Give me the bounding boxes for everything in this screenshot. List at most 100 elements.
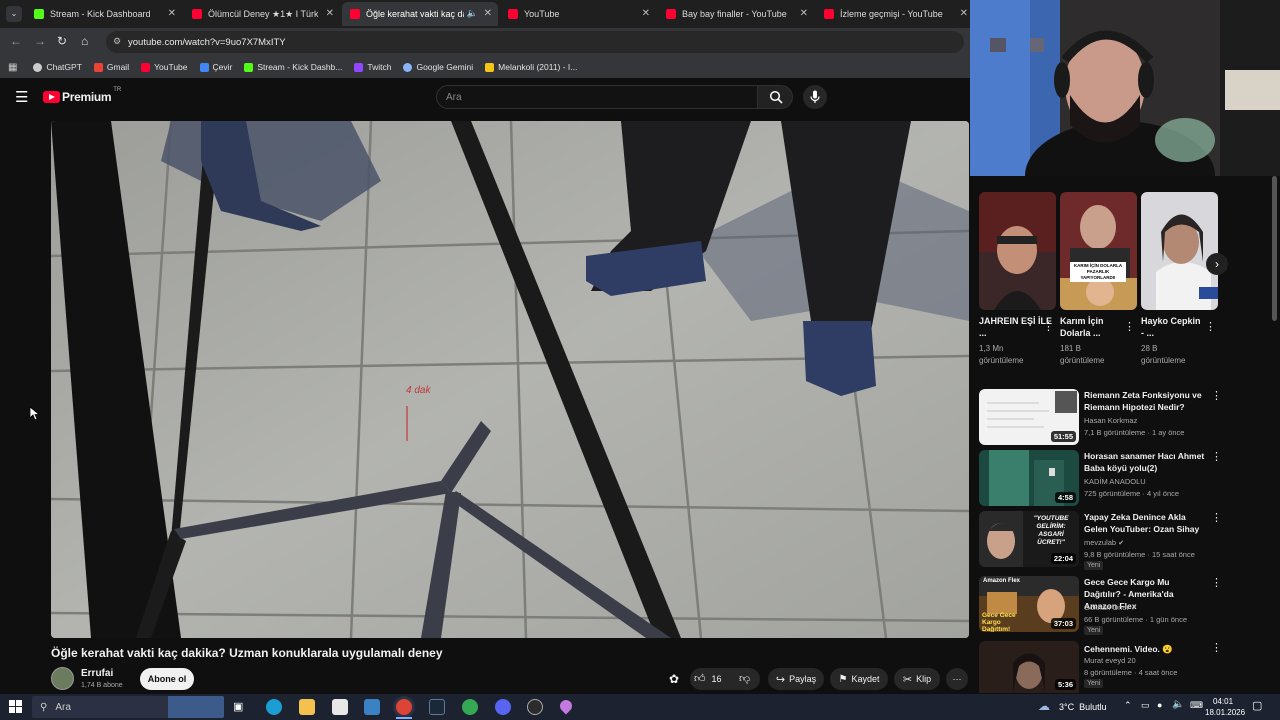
- chatgpt-icon: [33, 62, 43, 72]
- tab-izleme-gecmisi[interactable]: İzleme geçmişi - YouTube ✕: [816, 2, 970, 26]
- file-explorer-icon[interactable]: [299, 699, 315, 715]
- search-input[interactable]: Ara: [436, 85, 758, 109]
- ai-sparkle-icon[interactable]: ✿: [669, 672, 679, 686]
- close-tab-icon[interactable]: ✕: [800, 8, 808, 19]
- clip-button[interactable]: ✂ Klip: [894, 668, 940, 690]
- obs-icon[interactable]: [527, 699, 543, 715]
- video-frame: 4 dak: [51, 121, 969, 638]
- audio-playing-icon[interactable]: 🔈: [467, 8, 478, 19]
- more-icon: ⋯: [952, 673, 962, 684]
- short-thumbnail[interactable]: [1141, 192, 1218, 310]
- video-player[interactable]: 4 dak: [51, 121, 969, 638]
- more-options-icon[interactable]: ⋮: [1211, 641, 1219, 654]
- close-tab-icon[interactable]: ✕: [484, 8, 492, 19]
- more-options-icon[interactable]: ⋮: [1205, 320, 1216, 333]
- tab-bay-bay-finaller[interactable]: Bay bay finaller - YouTube ✕: [658, 2, 814, 26]
- short-thumbnail[interactable]: [979, 192, 1056, 310]
- sidebar-scrollbar[interactable]: [1272, 176, 1277, 321]
- chrome-profile-icon[interactable]: [462, 699, 478, 715]
- clock-date[interactable]: 18.01.2026: [1205, 708, 1245, 717]
- task-view-icon[interactable]: ▣: [233, 700, 243, 713]
- network-icon[interactable]: ▭: [1141, 700, 1150, 711]
- tab-kick-dashboard[interactable]: Stream - Kick Dashboard ✕: [26, 2, 182, 26]
- bookmark-chatgpt[interactable]: ChatGPT: [33, 62, 82, 72]
- channel-name[interactable]: Errufai: [81, 668, 113, 679]
- thumbs-down-icon: 👎︎: [739, 673, 751, 685]
- bookmark-kick-dashboard[interactable]: Stream - Kick Dashb...: [244, 62, 342, 72]
- recommended-video[interactable]: 4:58 Horasan sanamer Hacı Ahmet Baba köy…: [979, 450, 1222, 508]
- recommended-video[interactable]: 51:55 Riemann Zeta Fonksiyonu ve Riemann…: [979, 389, 1222, 447]
- kick-icon: [244, 62, 254, 72]
- mail-icon[interactable]: [364, 699, 380, 715]
- short-item[interactable]: JAHREIN EŞİ İLE ... 1,3 Mn görüntüleme ⋮: [979, 192, 1056, 367]
- taskbar-search-box[interactable]: ⚲ Ara: [32, 696, 224, 718]
- apps-grid-icon[interactable]: ▦: [8, 62, 17, 73]
- dislike-button[interactable]: 👎︎: [739, 672, 750, 685]
- subscribe-button[interactable]: Abone ol: [140, 668, 194, 690]
- save-button[interactable]: ⚑ Kaydet: [830, 668, 888, 690]
- notification-icon[interactable]: ▢: [1252, 699, 1262, 712]
- like-button[interactable]: 👍︎ 16: [694, 672, 722, 685]
- tab-ogle-kerahat[interactable]: Öğle kerahat vakti kaç daki 🔈 ✕: [342, 2, 498, 26]
- close-tab-icon[interactable]: ✕: [960, 8, 968, 19]
- clock-time[interactable]: 04:01: [1213, 697, 1233, 706]
- short-item[interactable]: Hayko Cepkin - ... 28 B görüntüleme ⋮: [1141, 192, 1218, 367]
- channel-avatar[interactable]: [51, 667, 74, 690]
- share-icon: ↪: [775, 673, 786, 686]
- close-tab-icon[interactable]: ✕: [642, 8, 650, 19]
- reload-icon[interactable]: ↻: [57, 34, 67, 48]
- video-thumbnail[interactable]: Amazon Flex Gece Gece Kargo Dağıttım! 37…: [979, 576, 1079, 632]
- windows-start-icon[interactable]: [9, 700, 22, 713]
- recommended-video[interactable]: Amazon Flex Gece Gece Kargo Dağıttım! 37…: [979, 576, 1222, 635]
- more-options-icon[interactable]: ⋮: [1211, 576, 1222, 589]
- more-options-icon[interactable]: ⋮: [1043, 320, 1054, 333]
- video-thumbnail[interactable]: 5:36: [979, 641, 1079, 693]
- more-options-icon[interactable]: ⋮: [1211, 389, 1222, 402]
- more-options-icon[interactable]: ⋮: [1211, 450, 1222, 463]
- close-tab-icon[interactable]: ✕: [168, 8, 176, 19]
- youtube-premium-logo[interactable]: Premium TR: [43, 87, 121, 104]
- bookmark-melankoli[interactable]: Melankoli (2011) - I...: [485, 62, 577, 72]
- short-item[interactable]: KARIM İÇİN DOLARLA PAZARLIK YAPIYORLARDI…: [1060, 192, 1137, 367]
- microsoft-store-icon[interactable]: [332, 699, 348, 715]
- bookmark-gmail[interactable]: Gmail: [93, 62, 129, 72]
- share-button[interactable]: ↪ Paylaş: [768, 668, 824, 690]
- site-info-icon[interactable]: ⚙: [113, 36, 121, 47]
- tray-chevron-icon[interactable]: ⌃: [1124, 700, 1132, 711]
- imdb-icon: [485, 62, 495, 72]
- language-icon[interactable]: ⌨: [1190, 700, 1203, 711]
- back-icon[interactable]: ←: [10, 34, 22, 48]
- close-tab-icon[interactable]: ✕: [326, 8, 334, 19]
- recommended-video[interactable]: 5:36 Cehennemi. Video. 😮 Murat eveyd 20 …: [979, 641, 1219, 693]
- volume-icon[interactable]: 🔈: [1172, 699, 1184, 710]
- tab-search-button[interactable]: ⌄: [6, 6, 22, 22]
- discord-icon[interactable]: [495, 699, 511, 715]
- short-thumbnail[interactable]: KARIM İÇİN DOLARLA PAZARLIK YAPIYORLARDI…: [1060, 192, 1137, 310]
- video-thumbnail[interactable]: 4:58: [979, 450, 1079, 506]
- bookmark-google-gemini[interactable]: Google Gemini: [403, 62, 473, 72]
- bookmark-twitch[interactable]: Twitch: [354, 62, 391, 72]
- edge-icon[interactable]: [266, 699, 282, 715]
- video-thumbnail[interactable]: 51:55: [979, 389, 1079, 445]
- microphone-icon[interactable]: ●: [1157, 700, 1162, 710]
- tab-youtube[interactable]: YouTube ✕: [500, 2, 656, 26]
- address-bar[interactable]: ⚙ youtube.com/watch?v=9uo7X7MxITY: [106, 31, 964, 53]
- video-thumbnail[interactable]: "YOUTUBE GELİRİM: ASGARİ ÜCRET!" 22:04: [979, 511, 1079, 567]
- more-actions-button[interactable]: ⋯: [946, 668, 968, 690]
- home-icon[interactable]: ⌂: [81, 34, 88, 48]
- steam-icon[interactable]: [429, 699, 445, 715]
- more-options-icon[interactable]: ⋮: [1124, 320, 1135, 333]
- weather-text[interactable]: 3°C Bulutlu: [1059, 702, 1107, 712]
- search-button[interactable]: [757, 85, 793, 109]
- bookmark-youtube[interactable]: YouTube: [141, 62, 188, 72]
- menu-icon[interactable]: ☰: [15, 88, 28, 106]
- forward-icon[interactable]: →: [34, 34, 46, 48]
- bookmark-cevir[interactable]: Çevir: [199, 62, 232, 72]
- tab-olumcul-deney[interactable]: Ölümcül Deney ★1★ I Türkçe D ✕: [184, 2, 340, 26]
- voice-search-button[interactable]: [803, 85, 827, 109]
- recommended-video[interactable]: "YOUTUBE GELİRİM: ASGARİ ÜCRET!" 22:04 Y…: [979, 511, 1222, 570]
- shorts-next-button[interactable]: ›: [1206, 253, 1228, 275]
- maps-pin-icon[interactable]: [557, 697, 575, 715]
- chrome-icon[interactable]: [396, 699, 412, 715]
- more-options-icon[interactable]: ⋮: [1211, 511, 1222, 524]
